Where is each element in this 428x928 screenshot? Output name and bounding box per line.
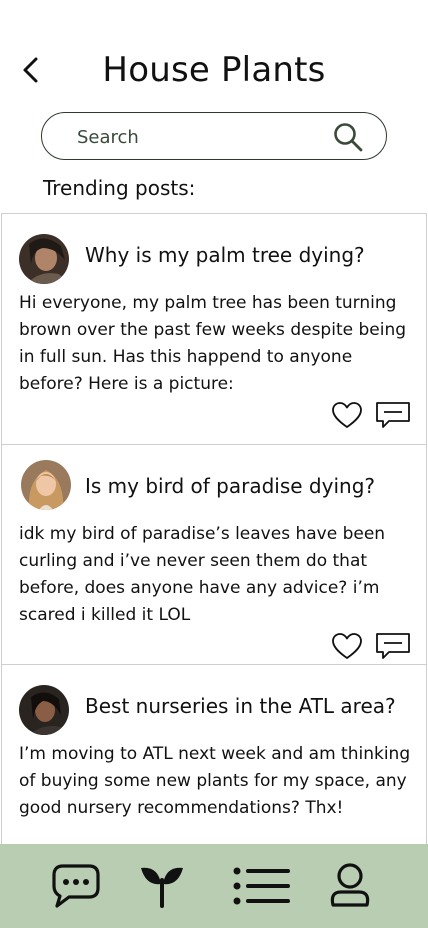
search-input[interactable] (75, 123, 319, 151)
chat-bubble-icon (52, 864, 100, 908)
avatar (19, 685, 69, 735)
nav-plants-button[interactable] (138, 862, 186, 910)
nav-profile-button[interactable] (327, 862, 373, 910)
post-card[interactable]: Is my bird of paradise dying? idk my bir… (1, 444, 427, 665)
post-title: Is my bird of paradise dying? (85, 474, 375, 498)
nav-chat-button[interactable] (51, 862, 101, 910)
post-body: I’m moving to ATL next week and am think… (19, 744, 411, 818)
comment-icon[interactable] (375, 401, 411, 429)
list-icon (233, 867, 290, 905)
sprout-icon (141, 867, 183, 908)
profile-icon (330, 863, 370, 907)
post-body: idk my bird of paradise’s leaves have be… (19, 524, 386, 625)
post-body: Hi everyone, my palm tree has been turni… (19, 293, 407, 394)
heart-icon[interactable] (331, 401, 363, 429)
avatar (19, 234, 69, 284)
comment-icon[interactable] (375, 632, 411, 660)
post-title: Best nurseries in the ATL area? (85, 694, 396, 718)
search-icon[interactable] (332, 121, 364, 153)
heart-icon[interactable] (331, 632, 363, 660)
post-card[interactable]: Why is my palm tree dying? Hi everyone, … (1, 213, 427, 445)
bottom-nav (0, 844, 428, 928)
post-card[interactable]: Best nurseries in the ATL area? I’m movi… (1, 664, 427, 864)
nav-list-button[interactable] (231, 862, 291, 910)
search-bar[interactable] (41, 112, 387, 160)
avatar (21, 460, 71, 510)
page-title: House Plants (102, 50, 326, 90)
post-title: Why is my palm tree dying? (85, 243, 365, 267)
section-label: Trending posts: (43, 176, 196, 200)
